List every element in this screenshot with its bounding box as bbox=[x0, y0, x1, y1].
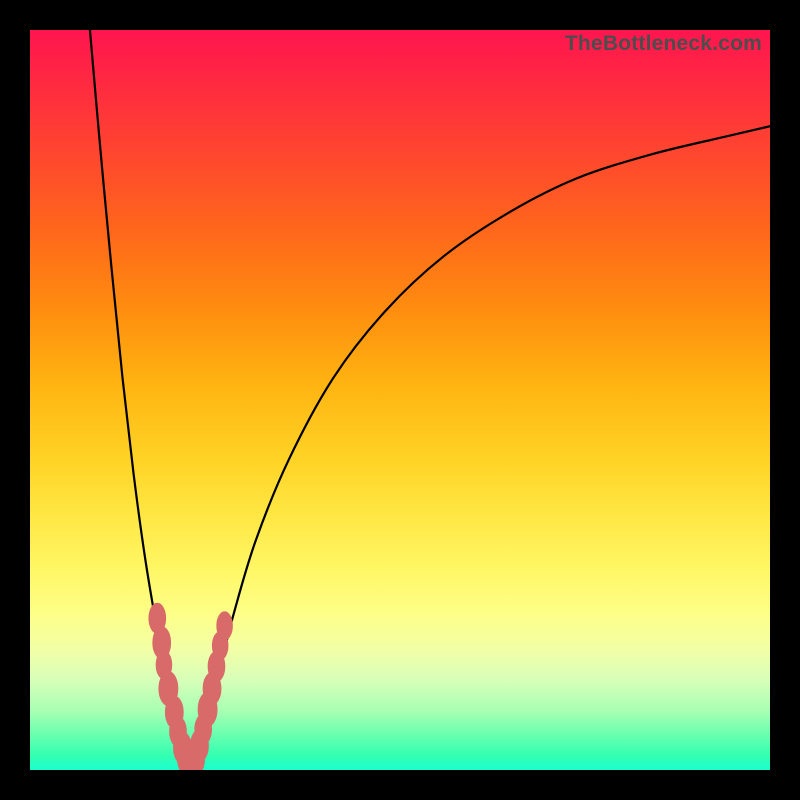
highlight-point bbox=[217, 612, 233, 640]
left-curve bbox=[90, 30, 189, 761]
watermark-text: TheBottleneck.com bbox=[565, 32, 762, 56]
right-curve bbox=[192, 126, 770, 762]
chart-svg bbox=[30, 30, 770, 770]
highlight-blobs bbox=[149, 603, 232, 770]
outer-frame: TheBottleneck.com bbox=[0, 0, 800, 800]
plot-area: TheBottleneck.com bbox=[30, 30, 770, 770]
